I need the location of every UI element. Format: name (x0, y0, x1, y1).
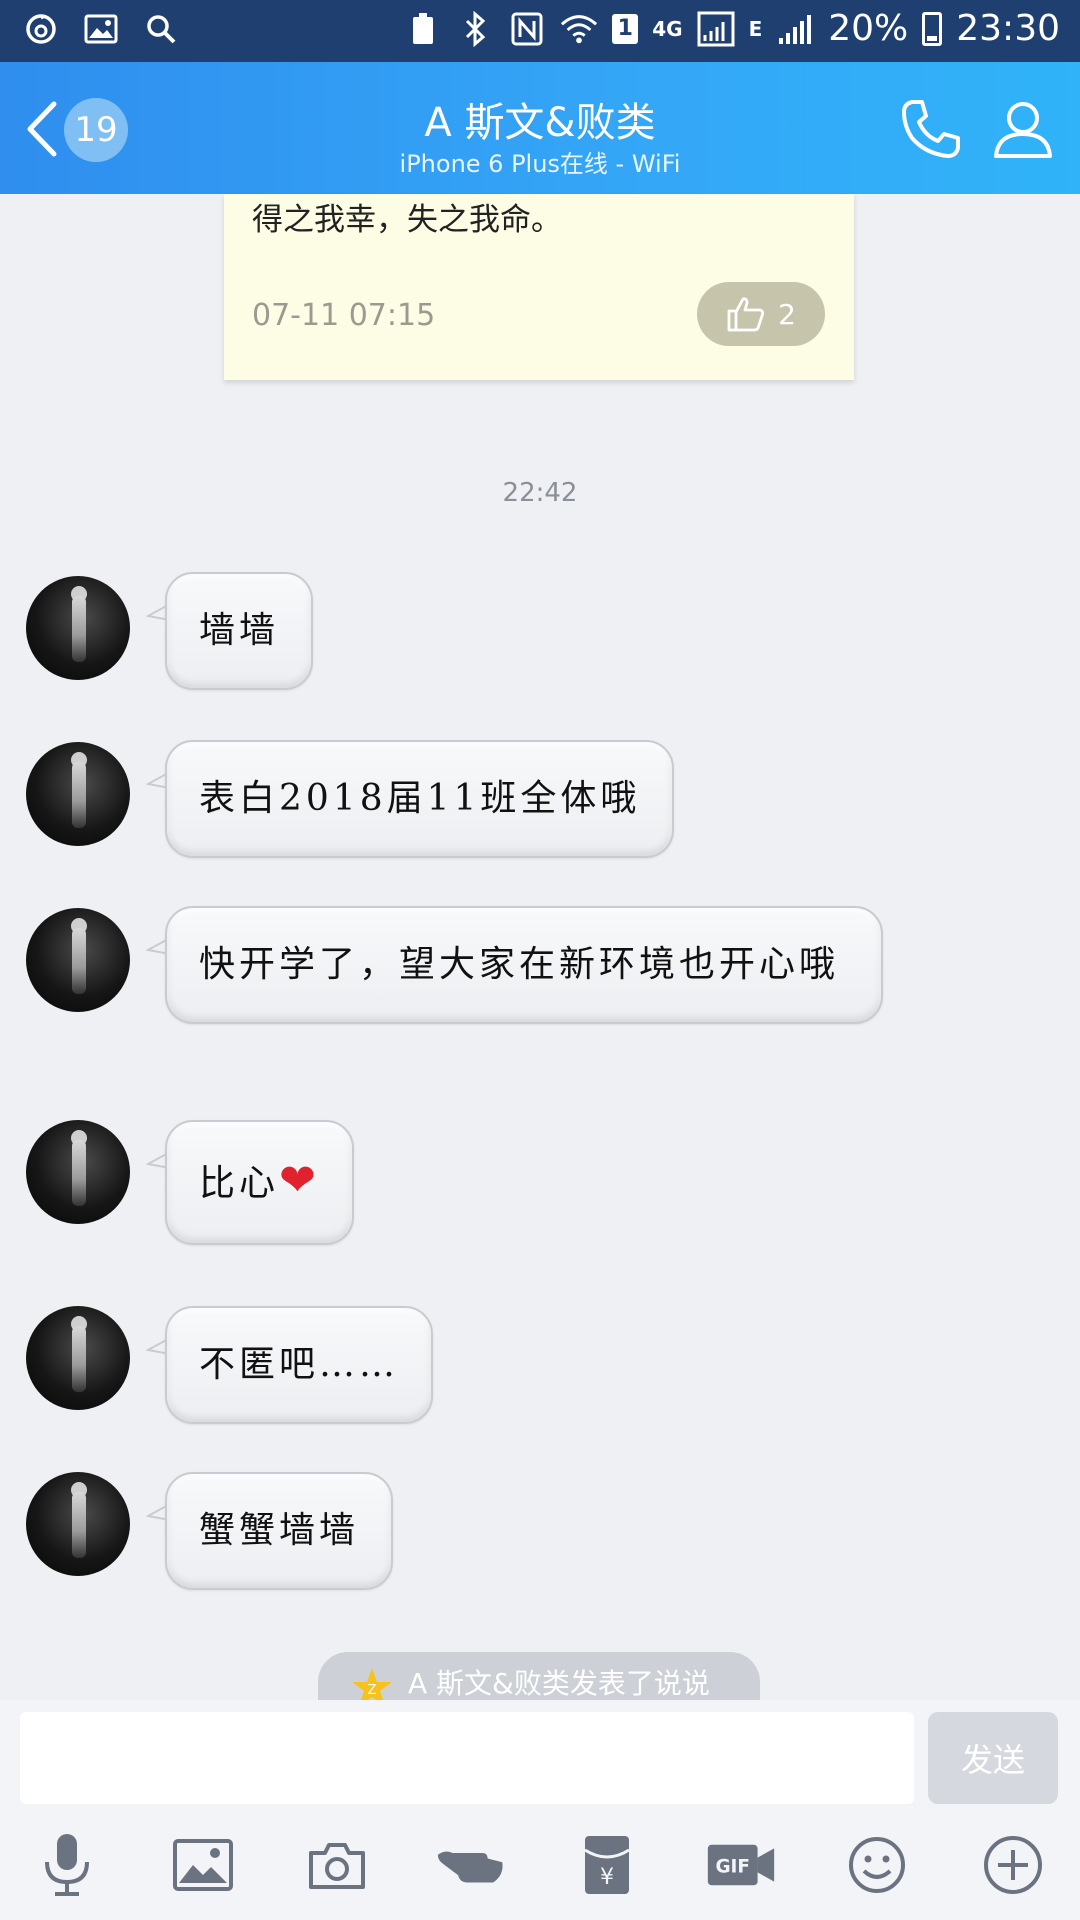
note-card[interactable]: 得之我幸，失之我命。 07-11 07:15 2 (224, 194, 854, 380)
like-button[interactable]: 2 (697, 282, 825, 346)
network-type: 4G (652, 16, 683, 41)
message-bubble[interactable]: 不匿吧…… (165, 1306, 434, 1424)
battery-percent: 20% (828, 8, 909, 49)
battery-saver-icon (404, 10, 442, 48)
poke-icon[interactable] (436, 1830, 506, 1900)
wifi-icon (560, 10, 598, 48)
note-timestamp: 07-11 07:15 (252, 298, 436, 333)
chat-header: 19 A 斯文&败类 iPhone 6 Plus在线 - WiFi (0, 62, 1080, 194)
avatar[interactable] (26, 742, 130, 846)
like-count: 2 (778, 297, 796, 331)
gallery-icon (82, 10, 120, 48)
message-input[interactable] (20, 1712, 914, 1804)
red-packet-icon[interactable]: ¥ (572, 1830, 642, 1900)
microphone-icon[interactable] (32, 1830, 102, 1900)
avatar[interactable] (26, 1472, 130, 1576)
message-text: 比心 (199, 1163, 280, 1204)
battery-icon (922, 11, 943, 46)
sim-badge: 1 (612, 13, 639, 44)
send-button[interactable]: 发送 (928, 1712, 1058, 1804)
image-icon[interactable] (168, 1830, 238, 1900)
netease-music-icon (22, 10, 60, 48)
bluetooth-icon (456, 10, 494, 48)
avatar[interactable] (26, 576, 130, 680)
emoji-icon[interactable] (842, 1830, 912, 1900)
nfc-icon (508, 10, 546, 48)
message-bubble[interactable]: 蟹蟹墙墙 (165, 1472, 394, 1590)
plus-icon[interactable] (978, 1830, 1048, 1900)
time-divider: 22:42 (502, 478, 578, 508)
message-bubble[interactable]: 墙墙 (165, 572, 314, 690)
avatar[interactable] (26, 1306, 130, 1410)
phone-icon[interactable] (898, 96, 964, 162)
message-bubble[interactable]: 比心❤ (165, 1120, 354, 1245)
network-type-2: E (748, 16, 763, 41)
note-text: 得之我幸，失之我命。 (252, 202, 562, 238)
heart-emoji: ❤ (279, 1155, 320, 1206)
message-bubble[interactable]: 快开学了，望大家在新环境也开心哦 (165, 906, 883, 1024)
input-toolbar: ¥ GIF (0, 1830, 1080, 1906)
status-bar: 1 4G E 20% 23:30 (0, 0, 1080, 62)
signal-2-icon (776, 10, 814, 48)
search-icon (142, 10, 180, 48)
signal-icon (697, 10, 735, 48)
svg-text:Z: Z (368, 1683, 377, 1698)
thumbs-up-icon (727, 297, 765, 332)
avatar[interactable] (26, 1120, 130, 1224)
svg-text:GIF: GIF (715, 1856, 750, 1877)
message-bubble[interactable]: 表白2018届11班全体哦 (165, 740, 675, 858)
avatar[interactable] (26, 908, 130, 1012)
gif-icon[interactable]: GIF (706, 1830, 776, 1900)
notification-text: A 斯文&败类发表了说说 (408, 1667, 710, 1700)
profile-icon[interactable] (990, 96, 1056, 162)
svg-text:¥: ¥ (600, 1865, 614, 1890)
clock: 23:30 (956, 8, 1060, 49)
camera-icon[interactable] (302, 1830, 372, 1900)
